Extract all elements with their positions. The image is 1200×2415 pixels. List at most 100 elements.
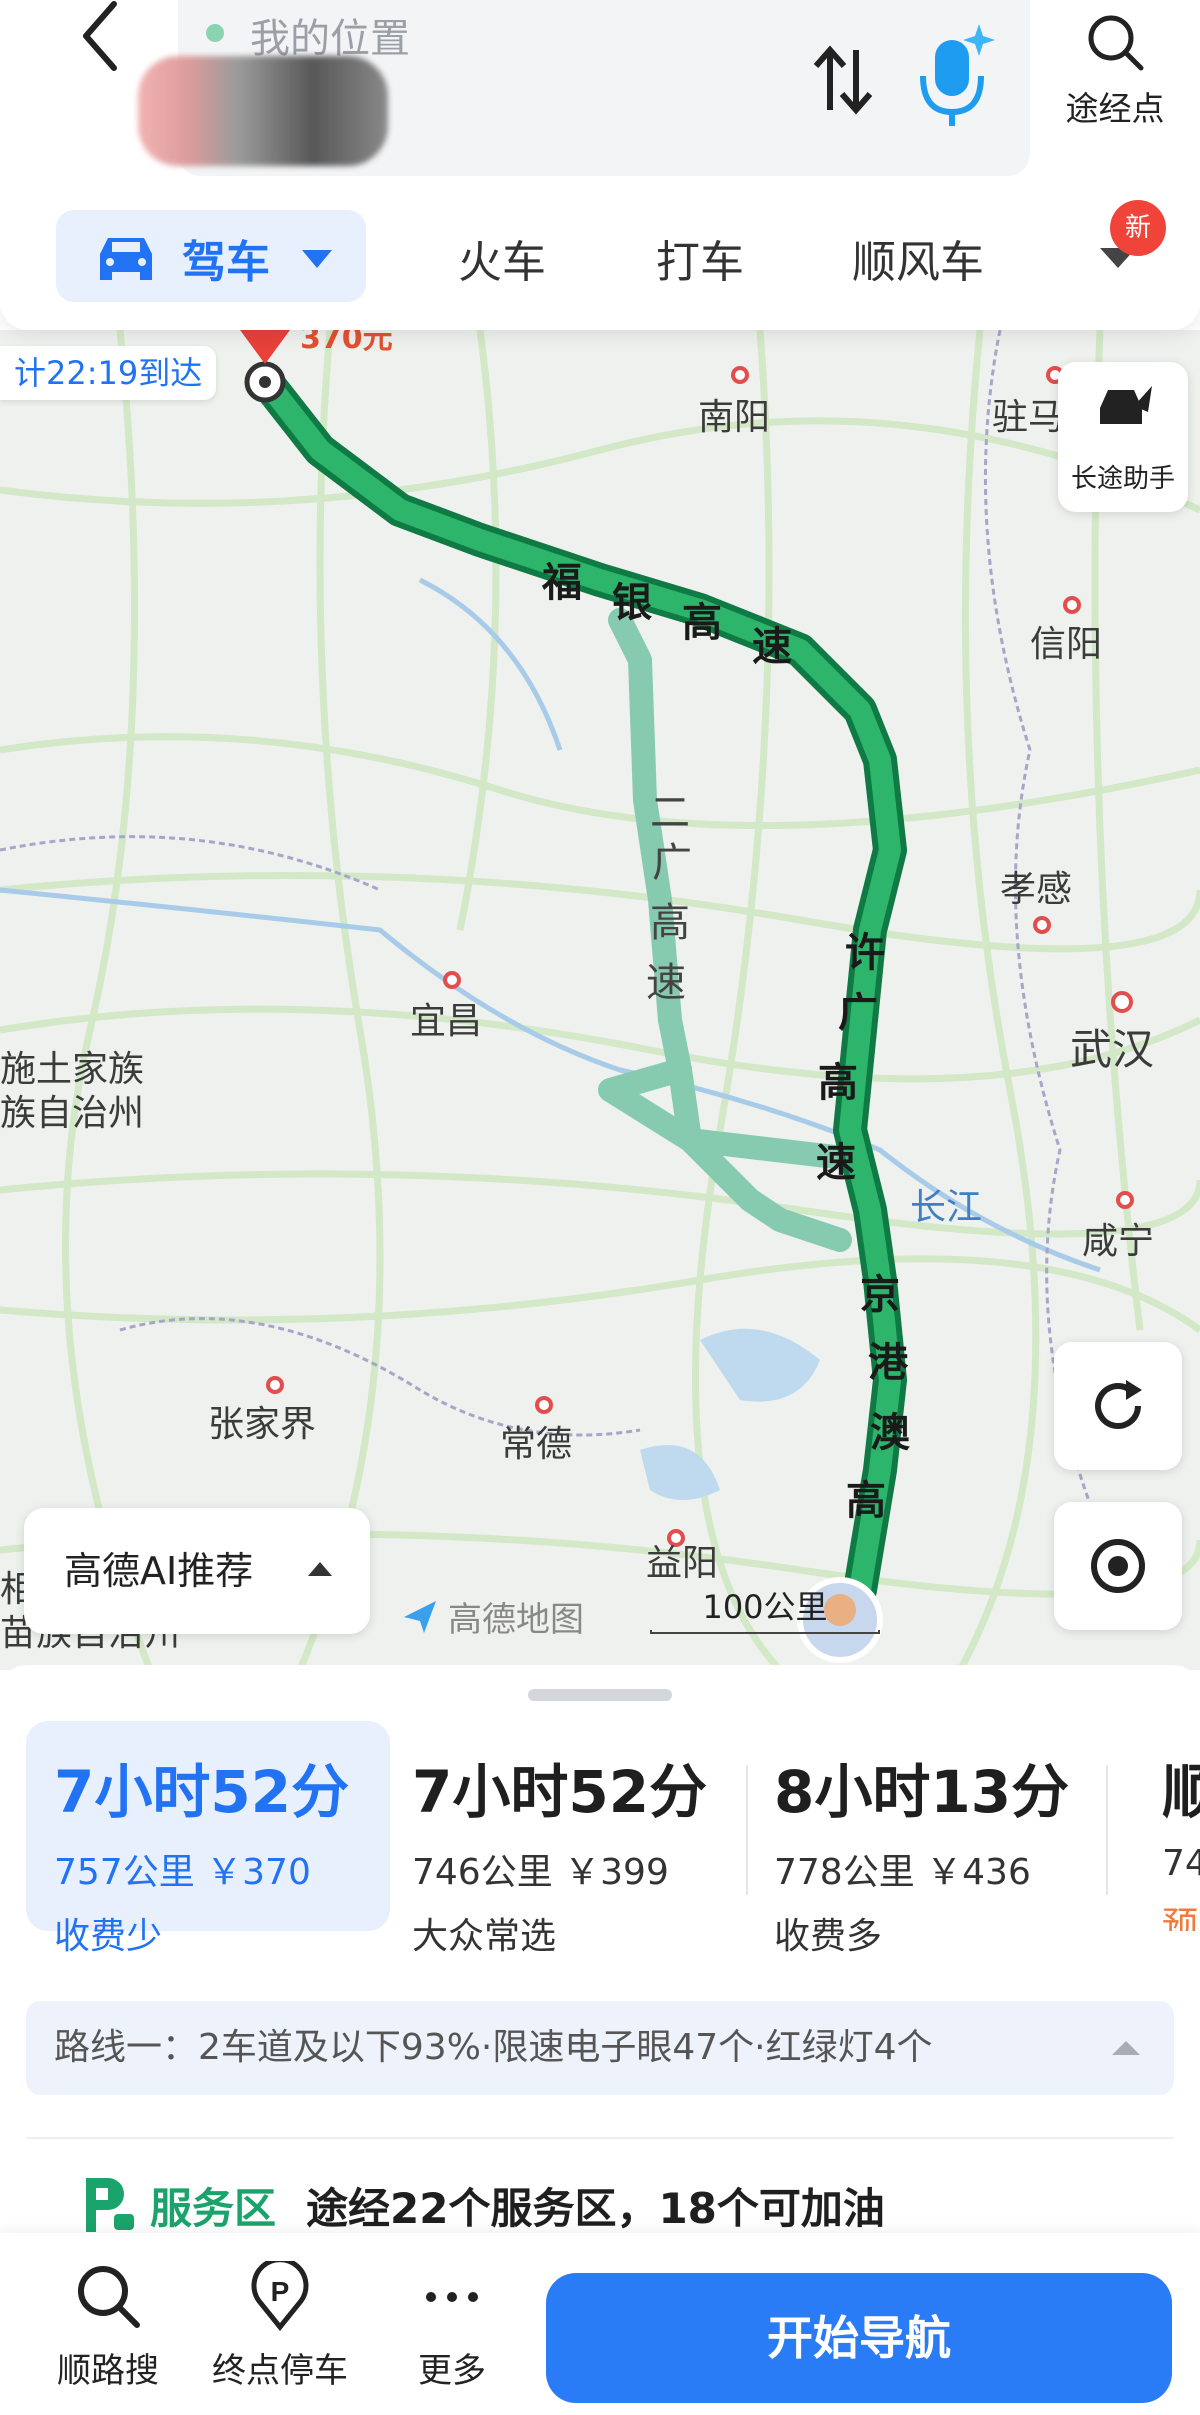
redacted-destination[interactable] (138, 56, 388, 166)
city-yichang: 宜昌 (410, 1001, 483, 1042)
route-option-3[interactable]: 8小时13分 778公里 ￥436 收费多 (774, 1721, 1104, 1957)
route-divider (746, 1765, 748, 1895)
search-icon (78, 2266, 140, 2328)
city-xiaogan: 孝感 (1000, 869, 1073, 910)
parking-pin-icon: P (251, 2257, 309, 2331)
city-changde: 常德 (500, 1424, 573, 1465)
amap-logo-icon (404, 1600, 436, 1633)
voice-assistant-button[interactable] (913, 20, 997, 130)
route-time: 顺 (1162, 1758, 1200, 1826)
route-summary-text: 路线一：2车道及以下93%·限速电子眼47个·红绿灯4个 (54, 2027, 933, 2068)
map-logo: 高德地图 (400, 1592, 584, 1641)
route-divider (1106, 1765, 1108, 1895)
swap-button[interactable] (808, 40, 878, 120)
city-zhangjiajie: 张家界 (208, 1404, 317, 1445)
caret-down-icon (302, 250, 332, 268)
top-header: 我的位置 途经点 驾车 火车 打车 顺风车 (0, 0, 1200, 330)
start-navigation-button[interactable]: 开始导航 (546, 2273, 1172, 2403)
ai-recommend-label: 高德AI推荐 (64, 1549, 254, 1593)
more-label: 更多 (418, 2351, 486, 2391)
route-input-box[interactable]: 我的位置 (138, 0, 1030, 176)
river-label: 长江 (910, 1187, 983, 1228)
scale-bar: 100公里 (650, 1582, 880, 1634)
city-wuhan: 武汉 (1070, 1025, 1155, 1074)
route-tag: 预 (1162, 1905, 1199, 1931)
section-divider (26, 2137, 1174, 2139)
route-tag: 收费少 (54, 1916, 163, 1957)
swap-icon (813, 45, 873, 115)
refresh-icon (1095, 1380, 1142, 1429)
destination-parking-button[interactable]: P 终点停车 (210, 2257, 350, 2392)
car-icon (100, 238, 152, 280)
road-label-char: 许 (845, 930, 887, 976)
road-label-char: 银 (612, 580, 654, 626)
road-label-char: 高 (818, 1060, 860, 1106)
route-distance-cost: 74 (1162, 1843, 1200, 1884)
svg-text:P: P (271, 2276, 290, 2307)
route-option-4[interactable]: 顺 74 预 (1162, 1721, 1200, 1931)
locate-icon (1091, 1539, 1145, 1593)
city-xianning: 咸宁 (1082, 1221, 1155, 1262)
new-badge: 新 (1110, 200, 1166, 256)
tab-drive[interactable]: 驾车 (56, 210, 366, 302)
road-label-char: 高 (846, 1478, 888, 1524)
search-along-label: 顺路搜 (57, 2351, 159, 2391)
destination-parking-label: 终点停车 (212, 2351, 348, 2391)
road-label-char: 速 (646, 960, 688, 1006)
route-summary[interactable]: 路线一：2车道及以下93%·限速电子眼47个·红绿灯4个 (26, 2001, 1174, 2095)
route-tag: 大众常选 (412, 1916, 557, 1957)
region-label-2: 族自治州 (0, 1093, 145, 1134)
road-label-char: 速 (752, 624, 794, 670)
origin-dot-icon (206, 24, 224, 42)
map-canvas (0, 330, 1200, 1670)
caret-up-icon (308, 1562, 332, 1576)
locate-button[interactable] (1054, 1502, 1182, 1630)
search-along-button[interactable]: 顺路搜 (38, 2261, 178, 2392)
road-label-char: 高 (682, 600, 724, 646)
road-label-char: 港 (868, 1340, 910, 1386)
refresh-button[interactable] (1054, 1342, 1182, 1470)
more-icon (426, 2292, 478, 2302)
service-area-icon (86, 2178, 134, 2232)
route-time: 7小时52分 (412, 1758, 708, 1826)
route-tag: 收费多 (774, 1916, 883, 1957)
city-zhumadian: 驻马 (992, 397, 1065, 438)
transport-tabs: 驾车 火车 打车 顺风车 (0, 210, 1200, 302)
route-distance-cost: 778公里 ￥436 (774, 1852, 1031, 1893)
road-label-char: 广 (838, 990, 880, 1036)
route-option-1[interactable]: 7小时52分 757公里 ￥370 收费少 (26, 1721, 390, 1957)
origin-price-label: 370元 (300, 330, 393, 356)
service-area-label: 服务区 (150, 2183, 277, 2233)
tab-drive-label: 驾车 (182, 237, 270, 288)
caret-up-icon (1112, 2041, 1140, 2055)
route-distance-cost: 757公里 ￥370 (54, 1852, 311, 1893)
microphone-icon (920, 24, 995, 126)
road-label-char: 高 (650, 900, 692, 946)
service-area-text: 途经22个服务区，18个可加油 (306, 2183, 885, 2233)
route-option-2[interactable]: 7小时52分 746公里 ￥399 大众常选 (412, 1721, 742, 1957)
road-label-char: 澳 (870, 1410, 912, 1456)
ai-recommend-button[interactable]: 高德AI推荐 (24, 1508, 370, 1634)
long-trip-helper-button[interactable]: 长途助手 (1058, 362, 1188, 512)
tab-carpool[interactable]: 顺风车 (852, 226, 984, 290)
road-label-char: 京 (860, 1272, 902, 1318)
route-distance-cost: 746公里 ￥399 (412, 1852, 669, 1893)
tab-taxi[interactable]: 打车 (656, 226, 744, 290)
chevron-left-icon (83, 1, 117, 71)
long-trip-helper-label: 长途助手 (1070, 464, 1175, 494)
tab-train[interactable]: 火车 (458, 226, 546, 290)
waypoint-button[interactable]: 途经点 (1050, 10, 1180, 150)
back-button[interactable] (62, 0, 142, 80)
more-button[interactable]: 更多 (382, 2261, 522, 2392)
road-label-char: 速 (816, 1140, 858, 1186)
sheet-drag-handle[interactable] (528, 1689, 672, 1701)
map-view[interactable]: 计22:19到达 370元 南阳 驻马 信阳 孝感 武汉 宜昌 咸宁 张家界 常… (0, 330, 1200, 1670)
search-icon (1088, 15, 1144, 71)
car-helper-icon (1100, 386, 1152, 424)
scale-label: 100公里 (702, 1588, 828, 1626)
route-time: 8小时13分 (774, 1758, 1070, 1826)
bottom-action-bar: 顺路搜 P 终点停车 更多 开始导航 (0, 2233, 1200, 2415)
scale-line (650, 1630, 880, 1634)
city-yiyang: 益阳 (646, 1543, 719, 1584)
road-label-char: 福 (542, 560, 584, 606)
